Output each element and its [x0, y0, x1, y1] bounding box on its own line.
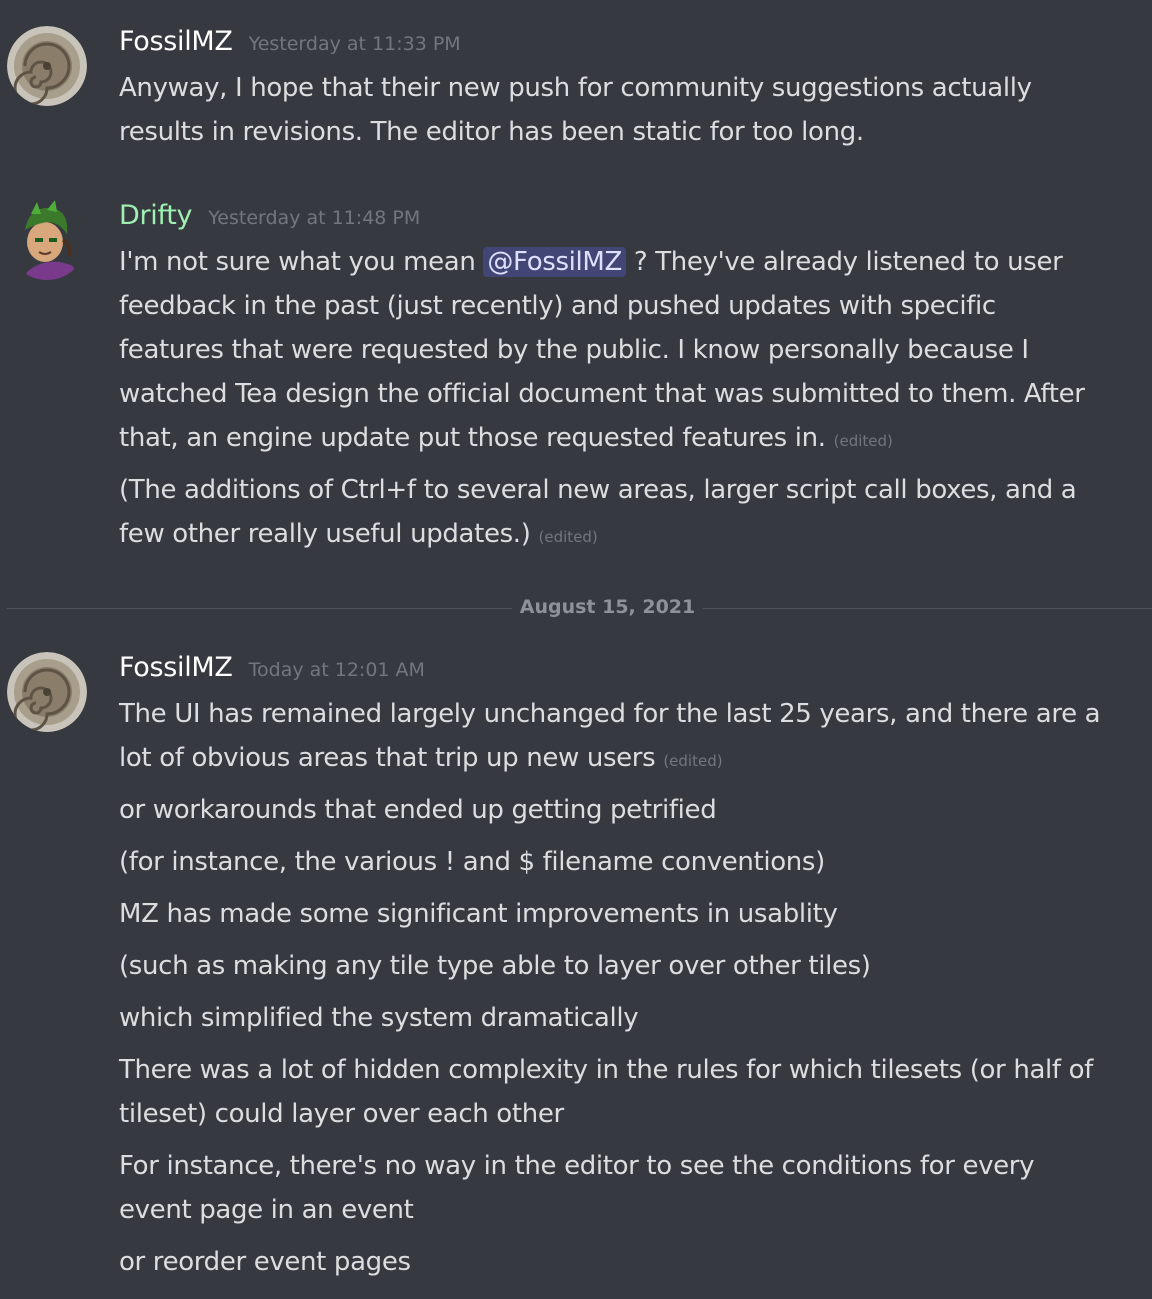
date-divider: August 15, 2021 — [0, 596, 1152, 618]
message-line: Anyway, I hope that their new push for c… — [119, 73, 1032, 103]
message-line: results in revisions. The editor has bee… — [119, 117, 864, 147]
message-line: For instance, there's no way in the edit… — [119, 1151, 1035, 1181]
message-line: lot of obvious areas that trip up new us… — [119, 736, 723, 783]
timestamp[interactable]: Today at 12:01 AM — [249, 659, 425, 681]
drifty-character-icon — [7, 200, 87, 280]
username[interactable]: FossilMZ — [119, 26, 233, 57]
message-line: or reorder event pages — [119, 1247, 411, 1277]
avatar-fossilmz[interactable] — [7, 26, 87, 106]
message-line: tileset) could layer over each other — [119, 1099, 564, 1129]
message-header: Drifty Yesterday at 11:48 PM — [119, 200, 420, 236]
user-mention[interactable]: @FossilMZ — [483, 247, 626, 277]
message-header: FossilMZ Yesterday at 11:33 PM — [119, 26, 461, 62]
message-text: lot of obvious areas that trip up new us… — [119, 743, 656, 773]
message-text: I'm not sure what you mean — [119, 247, 484, 277]
edited-label: (edited) — [833, 432, 893, 450]
message-line: I'm not sure what you mean @FossilMZ ? T… — [119, 240, 1063, 284]
message-line: The UI has remained largely unchanged fo… — [119, 699, 1101, 729]
avatar-drifty[interactable] — [7, 200, 87, 280]
username[interactable]: FossilMZ — [119, 652, 233, 683]
timestamp[interactable]: Yesterday at 11:33 PM — [249, 33, 461, 55]
message-line: few other really useful updates.) (edited… — [119, 512, 598, 559]
message-line: watched Tea design the official document… — [119, 379, 1085, 409]
message-line: MZ has made some significant improvement… — [119, 899, 838, 929]
message-line: (The additions of Ctrl+f to several new … — [119, 475, 1077, 505]
ammonite-fossil-icon — [7, 26, 87, 106]
message-line: or workarounds that ended up getting pet… — [119, 795, 717, 825]
message-text: that, an engine update put those request… — [119, 423, 826, 453]
message-line: (such as making any tile type able to la… — [119, 951, 871, 981]
message-header: FossilMZ Today at 12:01 AM — [119, 652, 425, 688]
edited-label: (edited) — [538, 528, 598, 546]
edited-label: (edited) — [663, 752, 723, 770]
message-line: (for instance, the various ! and $ filen… — [119, 847, 825, 877]
avatar-fossilmz[interactable] — [7, 652, 87, 732]
username[interactable]: Drifty — [119, 200, 193, 231]
timestamp[interactable]: Yesterday at 11:48 PM — [208, 207, 420, 229]
message-line: features that were requested by the publ… — [119, 335, 1029, 365]
message-line: event page in an event — [119, 1195, 414, 1225]
message-line: There was a lot of hidden complexity in … — [119, 1055, 1093, 1085]
message-line: which simplified the system dramatically — [119, 1003, 639, 1033]
ammonite-fossil-icon — [7, 652, 87, 732]
date-divider-label: August 15, 2021 — [511, 596, 704, 618]
message-line: feedback in the past (just recently) and… — [119, 291, 996, 321]
message-text: few other really useful updates.) — [119, 519, 531, 549]
message-text: ? They've already listened to user — [625, 247, 1063, 277]
message-line: that, an engine update put those request… — [119, 416, 893, 463]
